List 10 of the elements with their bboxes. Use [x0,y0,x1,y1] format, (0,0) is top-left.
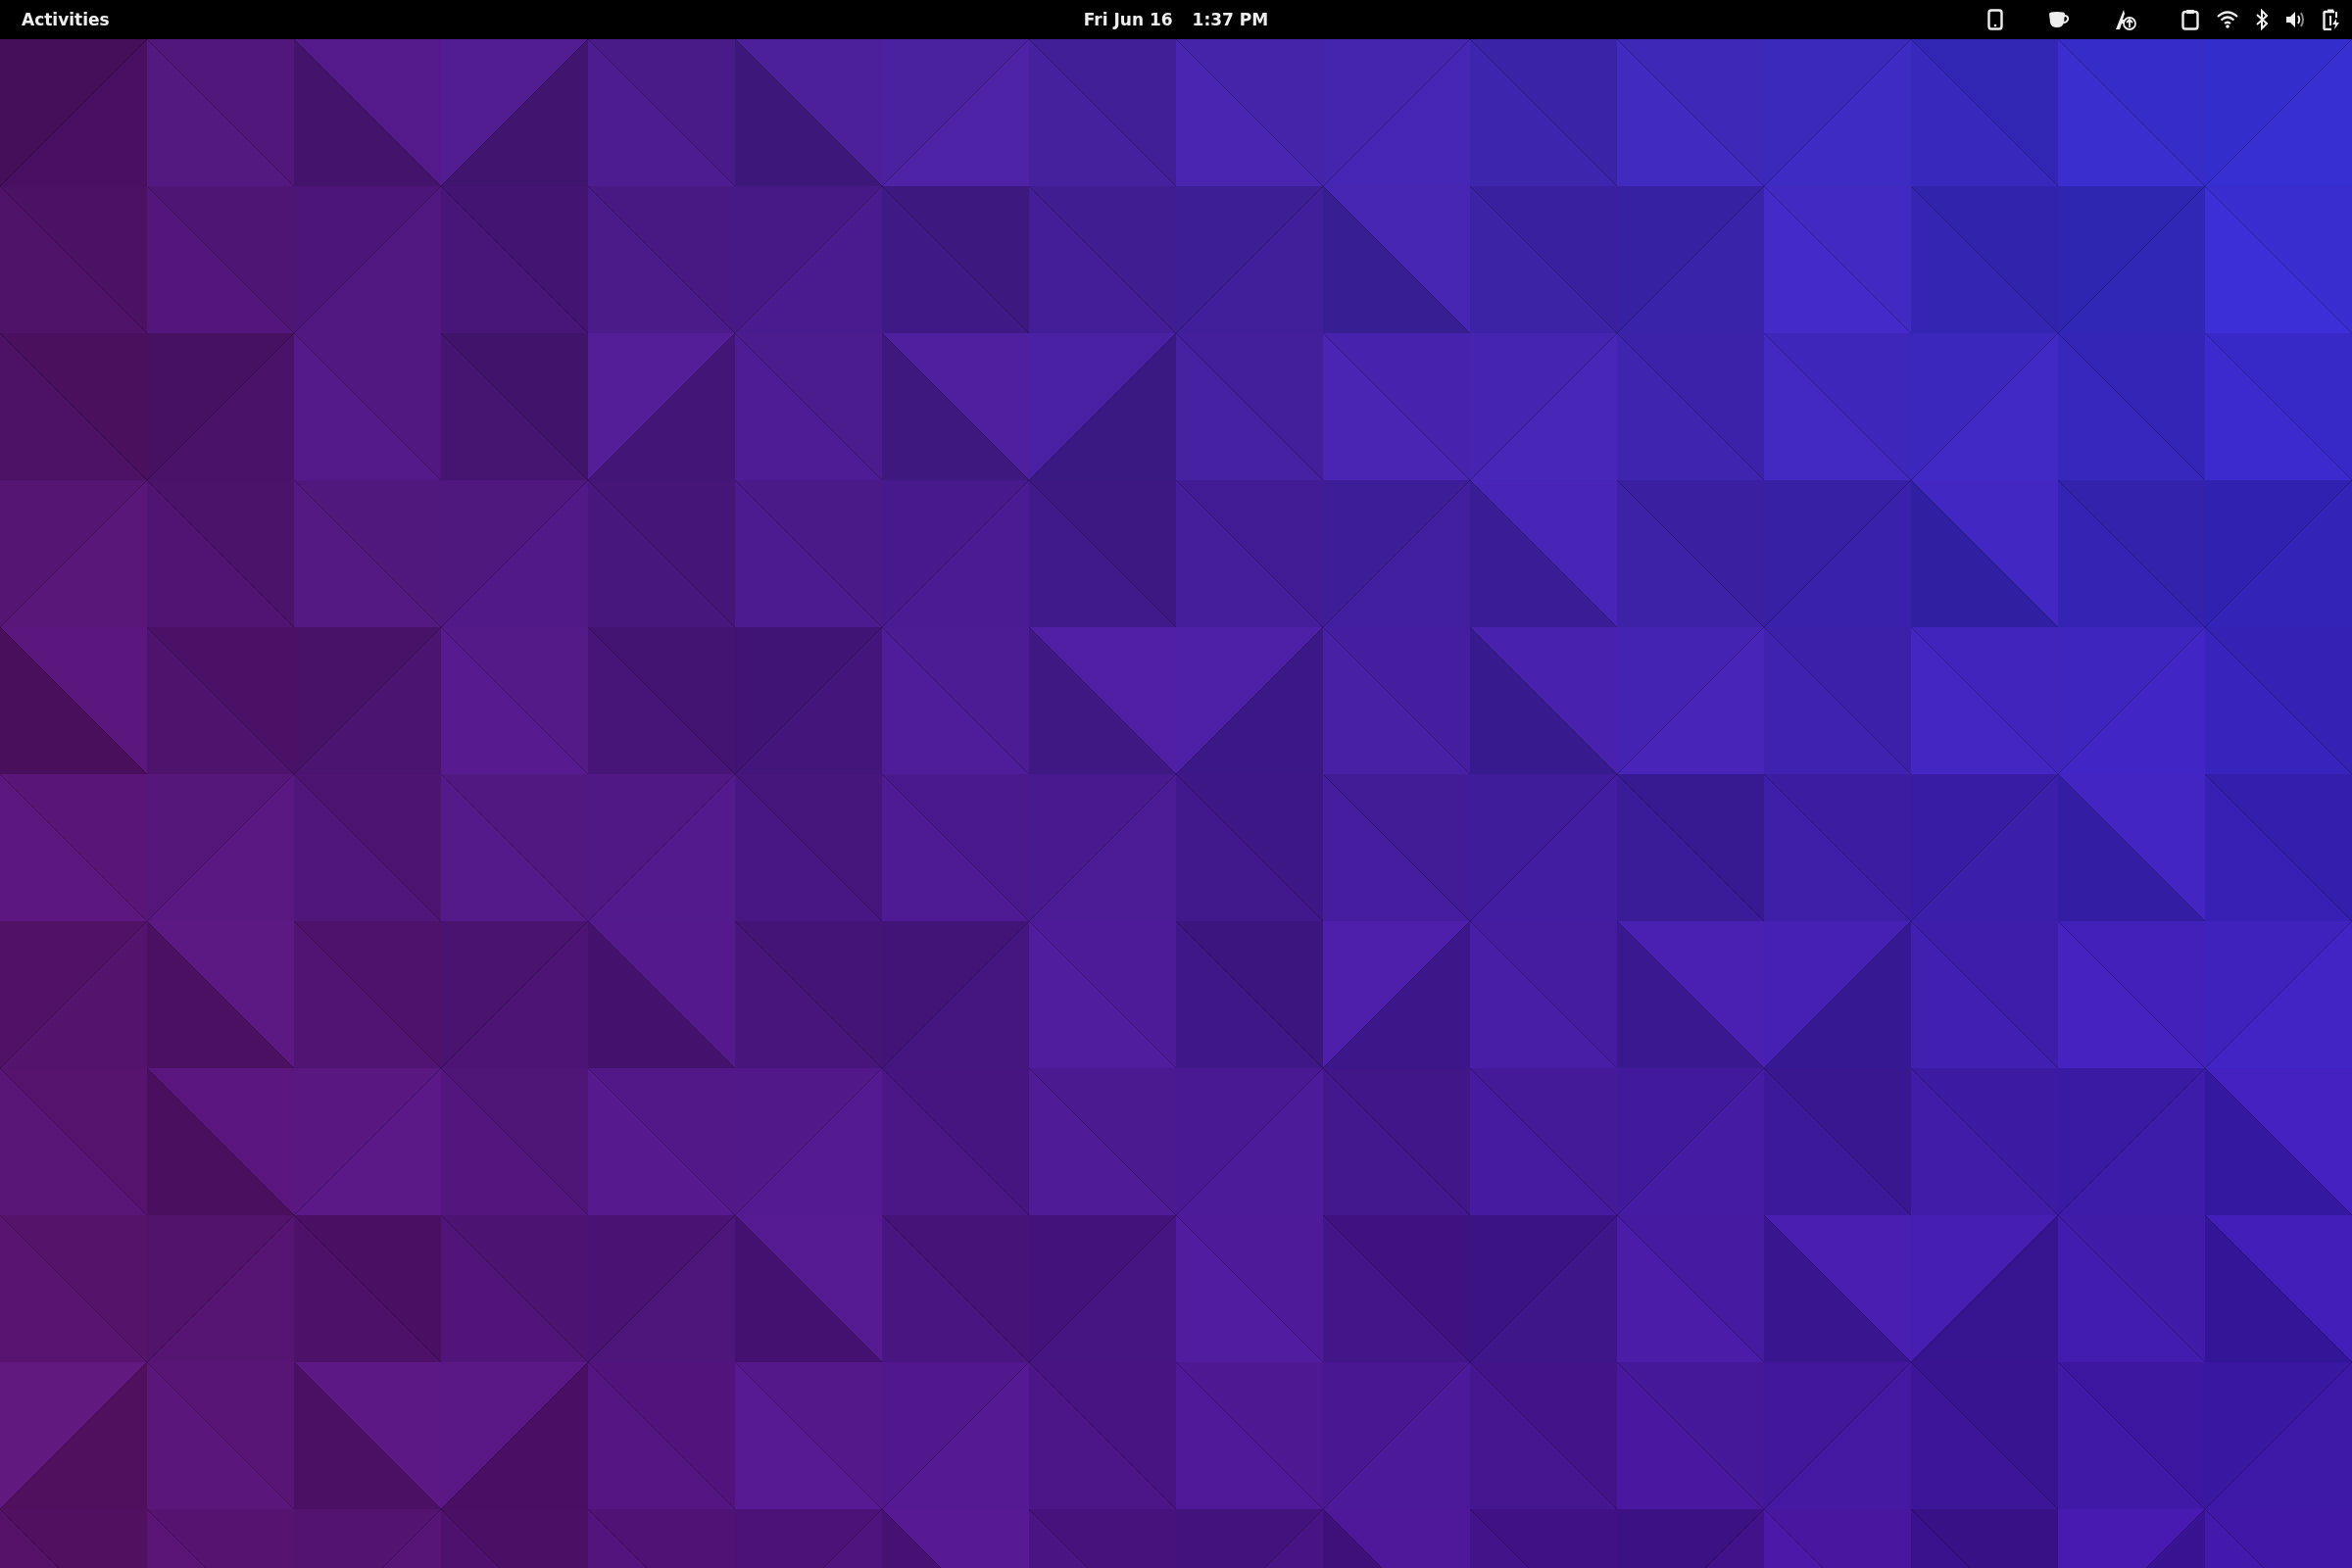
coffee-cup-icon[interactable] [2048,11,2070,28]
letter-arrow-icon[interactable] [2115,9,2136,30]
wifi-icon[interactable] [2217,11,2238,28]
activities-button[interactable]: Activities [10,6,122,33]
phone-icon[interactable] [1987,9,2003,30]
clock-button[interactable]: Fri Jun 16 1:37 PM [1071,6,1281,33]
battery-charging-icon[interactable] [2323,9,2340,30]
bluetooth-icon[interactable] [2256,9,2268,30]
volume-icon[interactable] [2285,11,2305,28]
clipboard-icon[interactable] [2181,9,2199,30]
